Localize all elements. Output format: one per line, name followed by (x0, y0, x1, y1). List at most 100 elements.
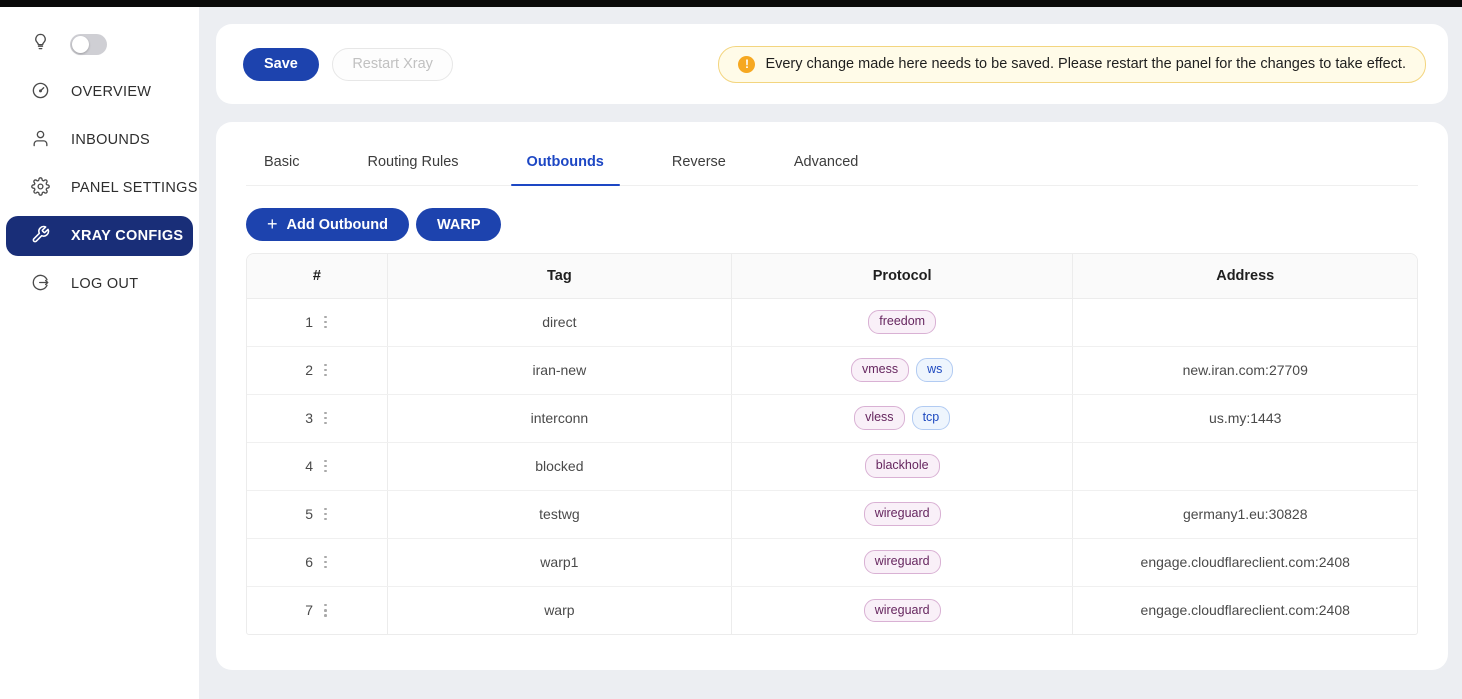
row-index-cell: 1 (247, 298, 387, 346)
protocol-badge: freedom (868, 310, 936, 334)
dashboard-icon (31, 81, 50, 104)
table-row: 2iran-newvmesswsnew.iran.com:27709 (247, 346, 1417, 394)
plus-icon: + (267, 215, 278, 233)
add-outbound-button[interactable]: + Add Outbound (246, 208, 409, 241)
protocol-badge: vmess (851, 358, 909, 382)
outbound-tag: warp (544, 602, 574, 618)
outbound-protocol-cell: blackhole (731, 442, 1073, 490)
row-number: 6 (305, 554, 313, 570)
sidebar-item-xray-configs[interactable]: XRAY CONFIGS (6, 216, 193, 256)
outbound-tag: interconn (531, 410, 589, 426)
outbound-protocol-cell: wireguard (731, 490, 1073, 538)
outbound-address-cell (1073, 442, 1417, 490)
theme-switch-row (6, 24, 193, 64)
row-menu-icon[interactable] (322, 314, 329, 331)
row-menu-icon[interactable] (322, 602, 329, 619)
save-button[interactable]: Save (243, 48, 319, 81)
row-index-cell: 2 (247, 346, 387, 394)
table-row: 3 interconn vless tcp us.my:1443 (247, 394, 1417, 442)
column-header-tag: Tag (387, 254, 731, 298)
protocol-badge: vless (854, 406, 904, 430)
outbound-tag-cell: warp (387, 586, 731, 634)
outbound-address: us.my:1443 (1209, 410, 1281, 426)
row-index-cell: 3 (247, 394, 387, 442)
sidebar: OVERVIEW INBOUNDS PANEL SETTINGS XRAY CO… (0, 7, 199, 699)
outbounds-table: # Tag Protocol Address 1 direct freedom 2 ir… (246, 253, 1418, 635)
sidebar-item-inbounds[interactable]: INBOUNDS (6, 120, 193, 160)
tab-routing-rules[interactable]: Routing Rules (365, 148, 460, 185)
sidebar-item-panel-settings[interactable]: PANEL SETTINGS (6, 168, 193, 208)
outbound-address-cell: engage.cloudflareclient.com:2408 (1073, 538, 1417, 586)
protocol-badge: blackhole (865, 454, 940, 478)
user-icon (31, 129, 50, 152)
row-menu-icon[interactable] (322, 458, 329, 475)
warp-button[interactable]: WARP (416, 208, 502, 241)
row-number: 3 (305, 410, 313, 426)
outbound-address: new.iran.com:27709 (1183, 362, 1308, 378)
row-menu-icon[interactable] (322, 410, 329, 427)
sidebar-item-log-out[interactable]: LOG OUT (6, 264, 193, 304)
row-menu-icon[interactable] (322, 506, 329, 523)
row-number: 5 (305, 506, 313, 522)
warning-text: Every change made here needs to be saved… (765, 56, 1406, 72)
tab-advanced[interactable]: Advanced (792, 148, 861, 185)
row-menu-icon[interactable] (322, 362, 329, 379)
table-row: 7warpwireguardengage.cloudflareclient.co… (247, 586, 1417, 634)
tab-basic[interactable]: Basic (262, 148, 301, 185)
outbound-tag-cell: testwg (387, 490, 731, 538)
sidebar-item-label: PANEL SETTINGS (71, 180, 198, 196)
app-root: OVERVIEW INBOUNDS PANEL SETTINGS XRAY CO… (0, 7, 1462, 699)
outbound-tag: warp1 (540, 554, 578, 570)
outbound-protocol-cell: wireguard (731, 586, 1073, 634)
outbound-tag-cell: iran-new (387, 346, 731, 394)
table-header-row: # Tag Protocol Address (247, 254, 1417, 298)
outbound-address-cell: germany1.eu:30828 (1073, 490, 1417, 538)
table-row: 6 warp1 wireguard engage.cloudflareclient.c… (247, 538, 1417, 586)
xray-config-card: Basic Routing Rules Outbounds Reverse Ad… (216, 122, 1448, 670)
outbound-tag: testwg (539, 506, 579, 522)
outbounds-table-body: 1directfreedom2iran-newvmesswsnew.iran.c… (247, 298, 1417, 634)
sidebar-item-label: XRAY CONFIGS (71, 228, 183, 244)
toggle-knob (72, 36, 89, 53)
add-outbound-label: Add Outbound (287, 217, 388, 233)
protocol-badge: wireguard (864, 599, 941, 623)
main-content: Save Restart Xray ! Every change made he… (199, 7, 1462, 699)
row-number: 7 (305, 602, 313, 618)
bulb-icon (31, 32, 50, 56)
outbound-address: germany1.eu:30828 (1183, 506, 1308, 522)
column-header-protocol: Protocol (731, 254, 1073, 298)
row-index-cell: 4 (247, 442, 387, 490)
outbound-tag-cell: warp1 (387, 538, 731, 586)
row-number: 2 (305, 362, 313, 378)
tab-outbounds[interactable]: Outbounds (525, 148, 606, 185)
toolbar-buttons: Save Restart Xray (243, 48, 453, 81)
outbound-tag-cell: interconn (387, 394, 731, 442)
theme-toggle[interactable] (70, 34, 107, 55)
row-index-cell: 6 (247, 538, 387, 586)
config-tabs: Basic Routing Rules Outbounds Reverse Ad… (246, 148, 1418, 186)
column-header-index: # (247, 254, 387, 298)
sidebar-item-overview[interactable]: OVERVIEW (6, 72, 193, 112)
row-menu-icon[interactable] (322, 554, 329, 571)
row-index-cell: 5 (247, 490, 387, 538)
outbound-address-cell (1073, 298, 1417, 346)
protocol-badge: wireguard (864, 502, 941, 526)
sidebar-item-label: INBOUNDS (71, 132, 150, 148)
outbound-protocol-cell: vless tcp (731, 394, 1073, 442)
toolbar-card: Save Restart Xray ! Every change made he… (216, 24, 1448, 104)
warning-banner: ! Every change made here needs to be sav… (718, 46, 1426, 83)
restart-xray-button[interactable]: Restart Xray (332, 48, 453, 81)
outbound-protocol-cell: wireguard (731, 538, 1073, 586)
table-row: 1 direct freedom (247, 298, 1417, 346)
sidebar-item-label: LOG OUT (71, 276, 138, 292)
outbound-tag: direct (542, 314, 576, 330)
column-header-address: Address (1073, 254, 1417, 298)
tab-reverse[interactable]: Reverse (670, 148, 728, 185)
table-row: 4blockedblackhole (247, 442, 1417, 490)
outbound-tag-cell: direct (387, 298, 731, 346)
outbound-address: engage.cloudflareclient.com:2408 (1141, 554, 1350, 570)
protocol-badge: tcp (912, 406, 951, 430)
outbound-address-cell: us.my:1443 (1073, 394, 1417, 442)
outbound-actions: + Add Outbound WARP (246, 208, 1418, 241)
warning-icon: ! (738, 56, 755, 73)
